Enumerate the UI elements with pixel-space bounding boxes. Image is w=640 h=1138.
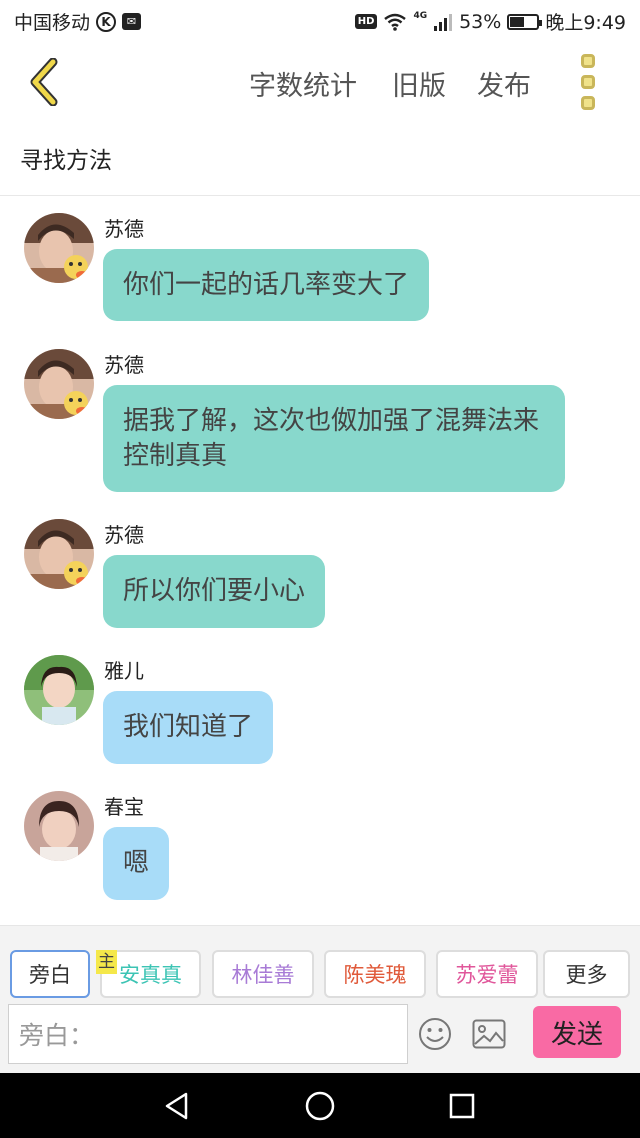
send-button-label: 发送 <box>550 1019 603 1050</box>
status-bar: 中国移动 K ✉ HD 4G 53% 晚上9:49 <box>0 0 640 44</box>
sender-name: 苏德 <box>104 523 144 547</box>
status-left: 中国移动 K ✉ <box>14 8 142 35</box>
nav-back-button[interactable] <box>160 1089 194 1123</box>
send-button[interactable]: 发送 <box>533 1006 621 1058</box>
role-chip-label: 旁白 <box>29 963 71 987</box>
clock: 晚上9:49 <box>545 12 626 34</box>
sender-name: 春宝 <box>104 795 144 819</box>
message-bubble[interactable]: 你们一起的话几率变大了 <box>103 249 430 321</box>
input-panel: 旁白 安真真 主 林佳善 陈美瑰 苏爱蕾 更多 旁白： 发送 <box>0 925 640 1073</box>
battery-percent: 53% <box>459 10 502 33</box>
avatar-image <box>24 655 94 725</box>
hd-label: HD <box>354 14 378 29</box>
emoji-icon[interactable] <box>418 1017 452 1051</box>
square-recents-icon <box>449 1093 475 1119</box>
message-input-placeholder: 旁白： <box>19 1021 95 1050</box>
menu-dot-icon <box>581 96 595 110</box>
back-arrow-icon <box>30 58 58 106</box>
avatar-image <box>24 791 94 861</box>
more-roles-button[interactable]: 更多 <box>543 950 630 998</box>
circle-home-icon <box>305 1091 335 1121</box>
avatar[interactable] <box>24 655 94 725</box>
carrier-label: 中国移动 <box>14 12 91 34</box>
menu-dot-icon <box>581 54 595 68</box>
message-bubble[interactable]: 我们知道了 <box>103 691 274 764</box>
divider <box>0 195 640 196</box>
network-type: 4G <box>413 10 428 21</box>
status-right: HD 4G 53% 晚上9:49 <box>354 8 626 35</box>
word-count-button[interactable]: 字数统计 <box>249 64 357 103</box>
message-bubble[interactable]: 嗯 <box>103 827 170 900</box>
system-nav-bar <box>0 1073 640 1138</box>
toolbar: 字数统计 旧版 发布 <box>0 44 640 124</box>
role-chip-label: 陈美瑰 <box>343 963 407 987</box>
battery-icon <box>507 13 543 30</box>
image-icon[interactable] <box>472 1019 506 1049</box>
avatar[interactable] <box>24 791 94 861</box>
role-chip-narrator[interactable]: 旁白 <box>10 950 90 998</box>
message-bubble[interactable]: 据我了解，这次也伮加强了混舞法来控制真真 <box>103 385 565 492</box>
back-button[interactable] <box>20 56 68 108</box>
main-role-tag: 主 <box>96 950 117 974</box>
publish-button[interactable]: 发布 <box>477 64 531 103</box>
k-badge-icon: K <box>96 11 117 32</box>
mail-icon: ✉ <box>122 13 142 30</box>
sender-name: 雅儿 <box>104 659 144 683</box>
menu-dot-icon <box>581 75 595 89</box>
message-bubble[interactable]: 所以你们要小心 <box>103 555 326 628</box>
avatar[interactable] <box>24 349 94 419</box>
role-chip-label: 林佳善 <box>231 963 295 987</box>
old-version-button[interactable]: 旧版 <box>392 64 446 103</box>
signal-icon <box>434 13 453 31</box>
nav-recents-button[interactable] <box>445 1089 479 1123</box>
role-chip-label: 更多 <box>565 963 608 987</box>
wifi-icon <box>384 13 407 31</box>
role-chip-chen-meigui[interactable]: 陈美瑰 <box>324 950 426 998</box>
avatar-image <box>24 213 94 283</box>
message-input[interactable]: 旁白： <box>8 1004 408 1064</box>
avatar-image <box>24 349 94 419</box>
role-chip-su-ailei[interactable]: 苏爱蕾 <box>436 950 538 998</box>
chat-title: 寻找方法 <box>20 148 112 174</box>
avatar-image <box>24 519 94 589</box>
triangle-back-icon <box>165 1092 188 1120</box>
role-chip-lin-jiashan[interactable]: 林佳善 <box>212 950 314 998</box>
nav-home-button[interactable] <box>303 1089 337 1123</box>
avatar[interactable] <box>24 519 94 589</box>
more-menu-button[interactable] <box>578 54 598 110</box>
sender-name: 苏德 <box>104 217 144 241</box>
role-chip-label: 苏爱蕾 <box>455 963 519 987</box>
role-chip-label: 安真真 <box>119 963 182 987</box>
avatar[interactable] <box>24 213 94 283</box>
sender-name: 苏德 <box>104 353 144 377</box>
